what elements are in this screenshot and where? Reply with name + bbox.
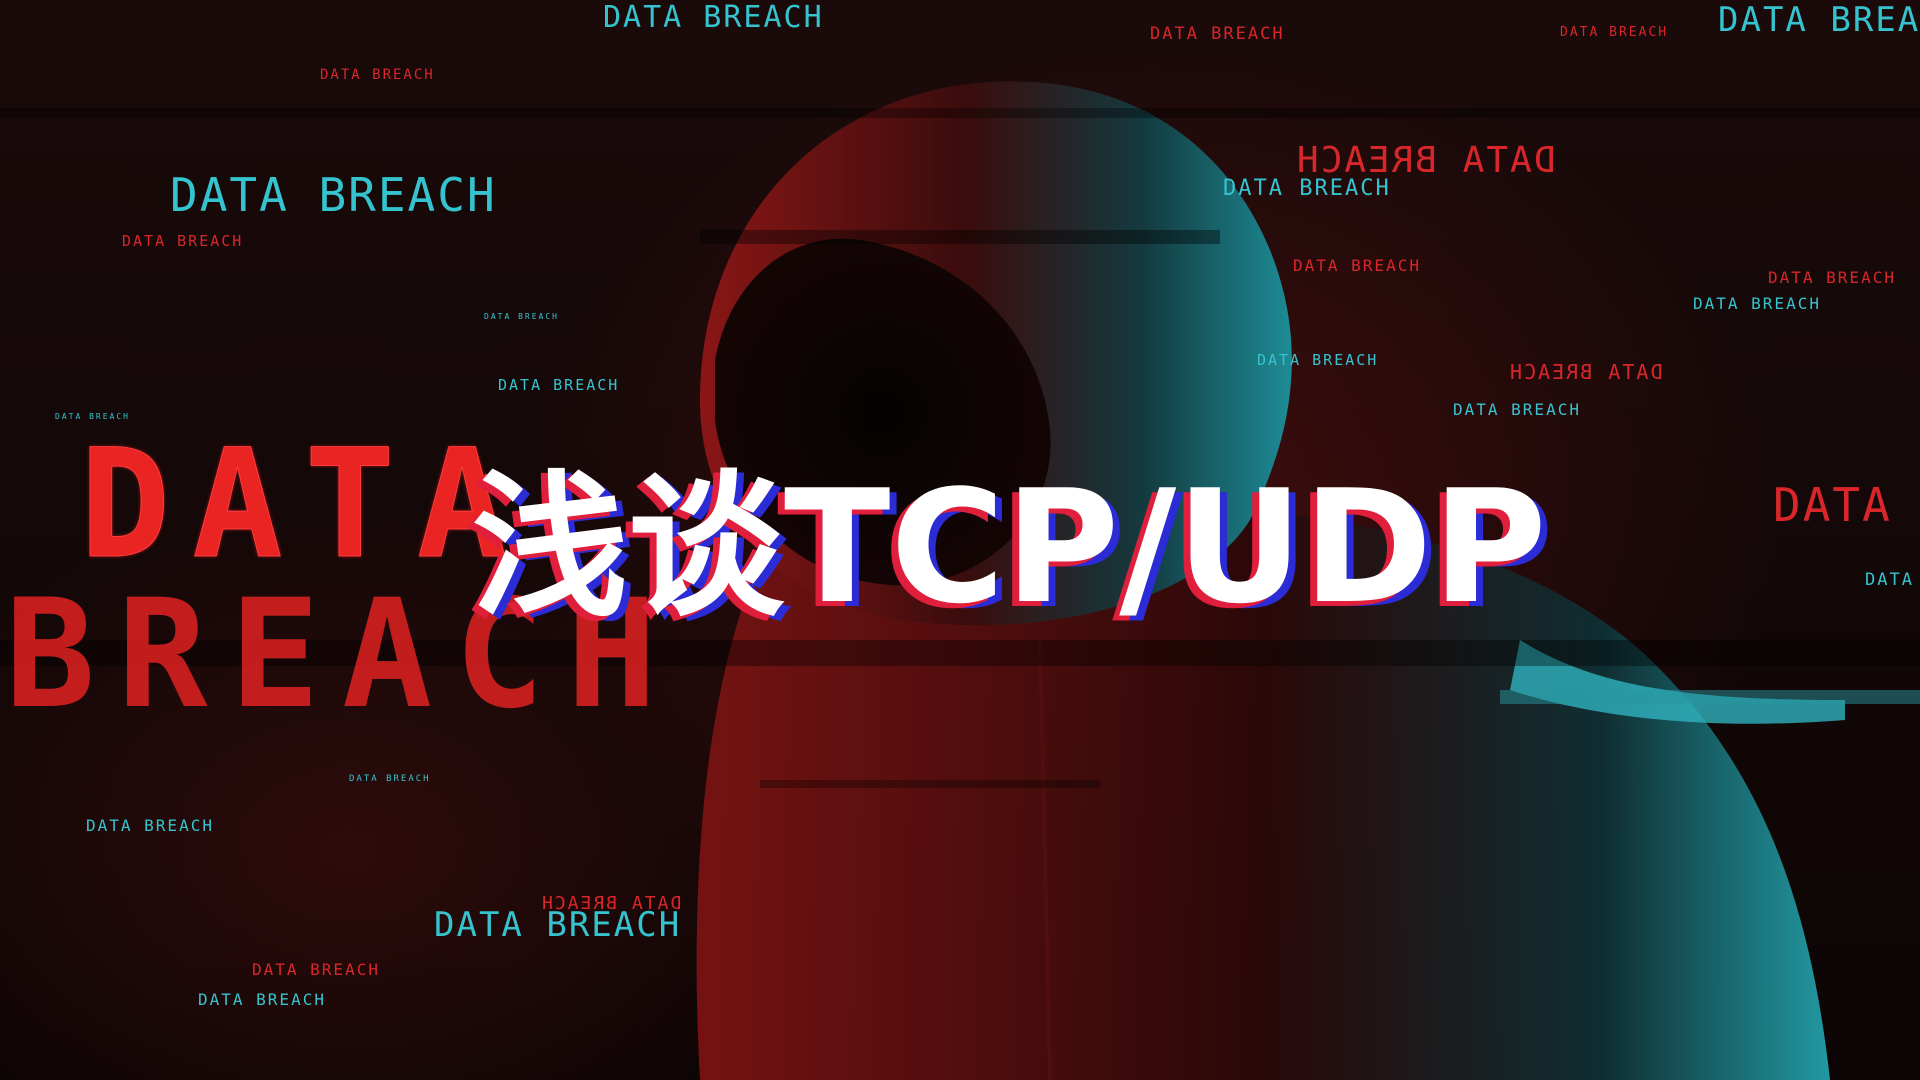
glitch-bar <box>700 230 1220 244</box>
overlay-text: DATA BREACH <box>122 232 244 250</box>
mirrored-text: DATA BREACH <box>1295 140 1556 181</box>
overlay-text: DATA BREACH <box>198 990 326 1009</box>
overlay-text: DATA BREACH <box>540 893 681 914</box>
overlay-text: DATA BREACH <box>1508 360 1662 384</box>
overlay-text: DATA BREACH <box>484 312 559 321</box>
overlay-text: DATA <box>1773 478 1892 532</box>
glitch-bar <box>0 108 1920 118</box>
mirrored-text: DATA BREACH <box>540 893 682 914</box>
overlay-text: DATA BREACH <box>170 168 497 222</box>
overlay-text: DATA BREACH <box>320 67 435 83</box>
overlay-text: DATA BREACH <box>252 960 380 979</box>
overlay-text: DATA BREACH <box>55 412 130 421</box>
title-overlay: 浅谈TCP/UDP <box>472 456 1547 638</box>
mirrored-text: DATA BREACH <box>1508 360 1663 384</box>
overlay-text: DATA BREACH <box>1693 294 1821 313</box>
glitch-bar <box>1500 690 1920 704</box>
overlay-text: DATA BREACH <box>1293 256 1421 275</box>
overlay-text: DATA B <box>1865 570 1920 590</box>
overlay-text: DATA BREACH <box>603 0 824 35</box>
overlay-text: DATA BREACH <box>1560 25 1669 40</box>
overlay-text: DATA BREACH <box>1453 400 1581 419</box>
overlay-text: DATA BREACH <box>1768 268 1896 287</box>
overlay-text: DATA BREACH <box>1223 176 1391 201</box>
overlay-text: DATA BREACH <box>1150 24 1285 44</box>
overlay-text: DATA BREACH <box>1257 351 1379 369</box>
overlay-text: DATA BREACH <box>1295 140 1555 181</box>
overlay-text: DATA BREACH <box>86 816 214 835</box>
overlay-text: DATA BREACH <box>498 376 620 394</box>
overlay-text: DATA BREACH <box>349 774 431 784</box>
wallpaper-canvas: DATA BREACH DATA BREACH DATA BREACH DATA… <box>0 0 1920 1080</box>
big-data-word: DATA <box>79 418 530 592</box>
overlay-text: DATA BREACH <box>1718 0 1920 40</box>
glitch-bar <box>760 780 1100 788</box>
